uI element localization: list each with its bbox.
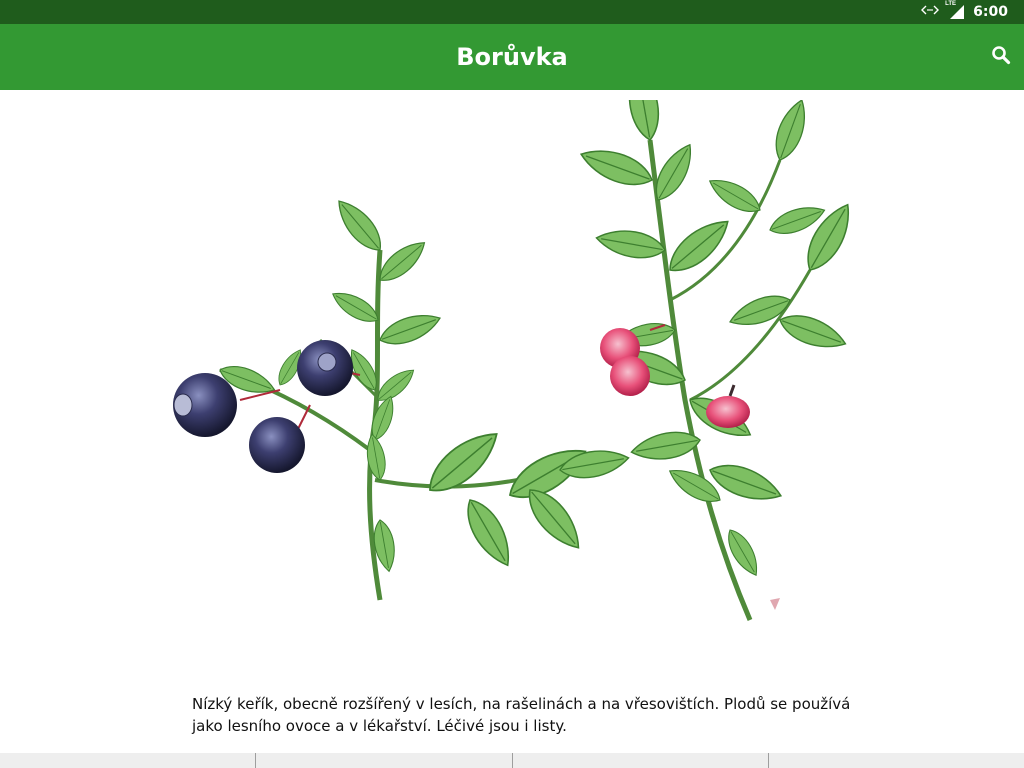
app-bar: Borůvka: [0, 24, 1024, 90]
status-time: 6:00: [973, 4, 1008, 20]
bottom-tab-3[interactable]: [513, 753, 769, 768]
bottom-tab-4[interactable]: [769, 753, 1024, 768]
blueberry-plant-illustration: [130, 62, 861, 640]
page-title: Borůvka: [456, 43, 568, 71]
status-bar: LTE 6:00: [0, 0, 1024, 24]
right-sprig: [575, 62, 861, 621]
network-label: LTE: [945, 1, 957, 7]
plant-description: Nízký keřík, obecně rozšířený v lesích, …: [192, 695, 851, 735]
bottom-tab-2[interactable]: [256, 753, 513, 768]
status-icons: LTE 6:00: [921, 0, 1008, 24]
left-sprig: [173, 193, 632, 601]
lte-signal-icon: LTE: [945, 1, 965, 20]
data-transfer-icon: [921, 3, 940, 21]
search-button[interactable]: [984, 40, 1018, 74]
bottom-tab-1[interactable]: [0, 753, 257, 768]
search-icon: [991, 45, 1011, 70]
bottom-bar: [0, 753, 1024, 768]
